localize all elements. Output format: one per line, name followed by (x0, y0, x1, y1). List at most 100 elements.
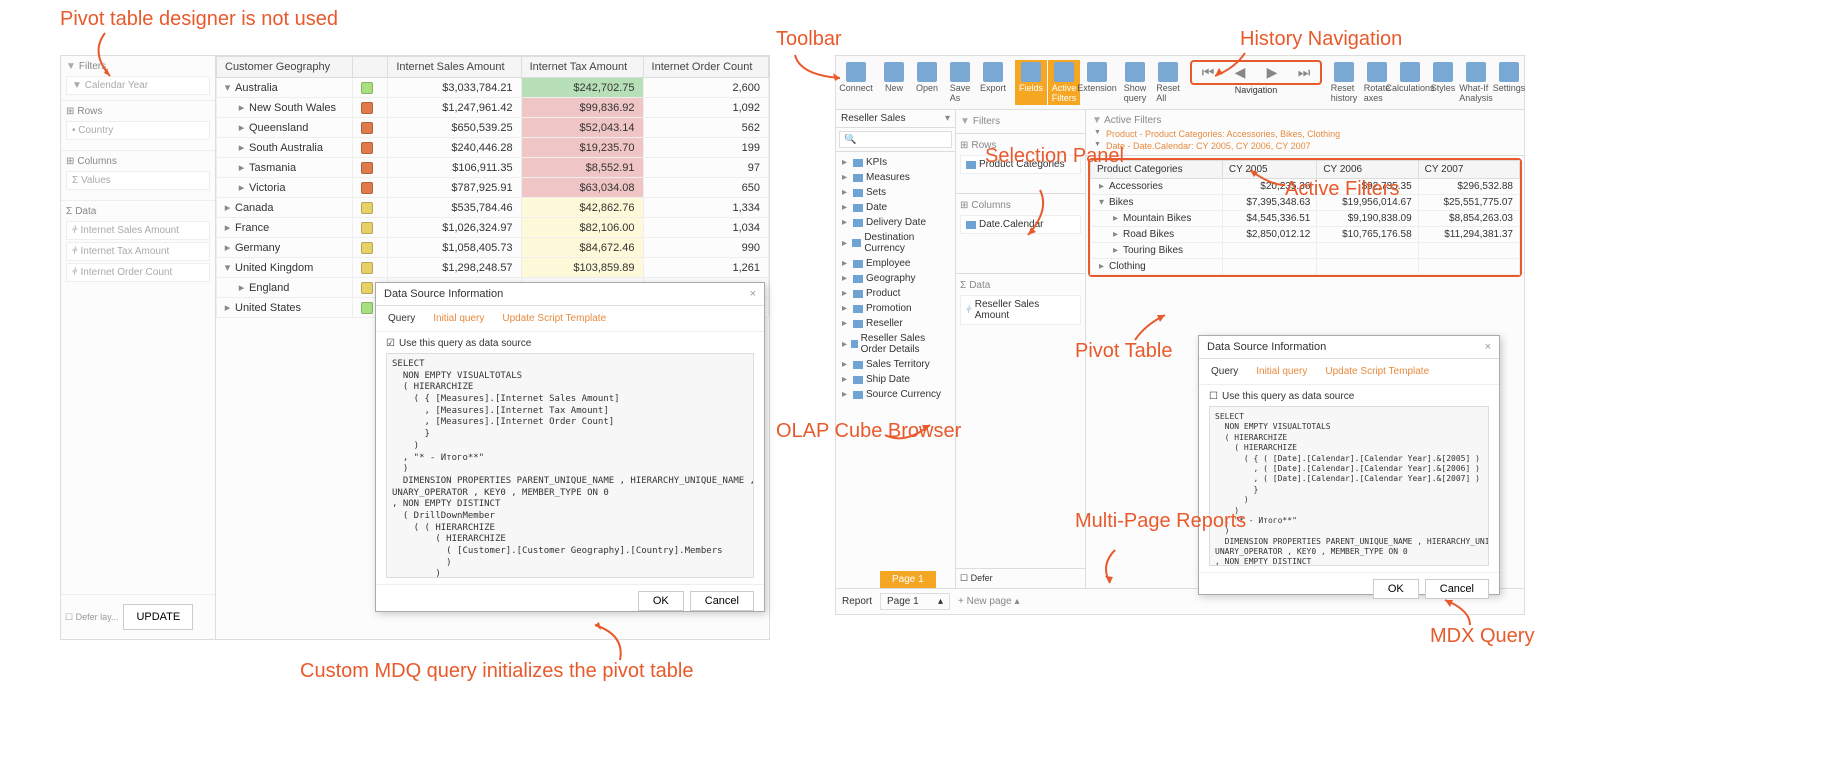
table-row[interactable]: ▾Australia $3,033,784.21 $242,702.75 2,6… (217, 78, 769, 98)
query-textarea[interactable]: SELECT NON EMPTY VISUALTOTALS ( HIERARCH… (386, 353, 754, 578)
table-row[interactable]: ▸Queensland $650,539.25 $52,043.14 562 (217, 118, 769, 138)
table-row[interactable]: ▸South Australia $240,446.28 $19,235.70 … (217, 138, 769, 158)
ok-button[interactable]: OK (638, 591, 684, 611)
cancel-button[interactable]: Cancel (1425, 579, 1489, 599)
tree-item[interactable]: ▸Product (839, 286, 952, 301)
toolbar-calculations[interactable]: Calculations (1394, 60, 1426, 105)
close-icon[interactable]: × (750, 288, 756, 300)
tree-item[interactable]: ▸Source Currency (839, 387, 952, 402)
rows-item[interactable]: • Country (66, 121, 210, 140)
update-button[interactable]: UPDATE (123, 604, 193, 630)
toolbar-reset-all[interactable]: ResetAll (1152, 60, 1184, 105)
nav-button[interactable]: ⏮ (1192, 62, 1224, 83)
tree-item[interactable]: ▸Sales Territory (839, 357, 952, 372)
toolbar-reset-history[interactable]: Resethistory (1328, 60, 1360, 105)
columns-item[interactable]: Σ Values (66, 171, 210, 190)
toolbar-save-as[interactable]: SaveAs (944, 60, 976, 105)
columns-item[interactable]: Date.Calendar (960, 215, 1081, 234)
data-item[interactable]: ⫩Reseller Sales Amount (960, 295, 1081, 325)
table-row[interactable]: ▸Accessories $20,235.36$92,735.35$296,53… (1091, 179, 1520, 195)
table-row[interactable]: ▸France $1,026,324.97 $82,106.00 1,034 (217, 218, 769, 238)
tree-item[interactable]: ▸Destination Currency (839, 230, 952, 256)
page-dropdown[interactable]: Page 1▴ (880, 593, 950, 610)
tab-initial[interactable]: Initial query (429, 311, 488, 326)
toolbar-settings[interactable]: Settings (1493, 60, 1525, 105)
toolbar-extension[interactable]: Extension (1081, 60, 1113, 105)
nav-button[interactable]: ▶ (1256, 62, 1288, 83)
tree-item[interactable]: ▸KPIs (839, 155, 952, 170)
table-row[interactable]: ▸Clothing (1091, 259, 1520, 275)
table-row[interactable]: ▸Touring Bikes (1091, 243, 1520, 259)
ok-button[interactable]: OK (1373, 579, 1419, 599)
table-row[interactable]: ▸Germany $1,058,405.73 $84,672.46 990 (217, 238, 769, 258)
toolbar-active-filters[interactable]: ActiveFilters (1048, 60, 1080, 105)
new-page[interactable]: + New page ▴ (958, 596, 1019, 607)
rows-icon: ⊞ (66, 106, 74, 117)
toolbar-styles[interactable]: Styles (1427, 60, 1459, 105)
defer-layout[interactable]: ☐ Defer lay... (65, 612, 118, 623)
tree-item[interactable]: ▸Delivery Date (839, 215, 952, 230)
annotation-custom-mdq: Custom MDQ query initializes the pivot t… (300, 660, 694, 683)
defer-checkbox[interactable]: Defer (971, 573, 993, 583)
active-filter-row[interactable]: Product - Product Categories: Accessorie… (1092, 128, 1518, 140)
annotation-toolbar: Toolbar (776, 28, 842, 51)
table-row[interactable]: ▸Canada $535,784.46 $42,862.76 1,334 (217, 198, 769, 218)
columns-label: Columns (971, 200, 1010, 211)
source-dropdown[interactable]: Reseller Sales▾ (836, 110, 955, 128)
col-header: CY 2005 (1222, 161, 1316, 179)
pivot-table-right[interactable]: Product Categories CY 2005 CY 2006 CY 20… (1090, 160, 1520, 275)
table-row[interactable]: ▾Bikes $7,395,348.63$19,956,014.67$25,55… (1091, 195, 1520, 211)
filter-item[interactable]: ▼ Calendar Year (66, 76, 210, 95)
nav-button[interactable]: ⏭ (1288, 62, 1320, 83)
cancel-button[interactable]: Cancel (690, 591, 754, 611)
toolbar-export[interactable]: Export (977, 60, 1009, 105)
rows-label: Rows (971, 140, 996, 151)
rows-item[interactable]: Product Categories (960, 155, 1081, 174)
tree-item[interactable]: ▸Promotion (839, 301, 952, 316)
query-textarea[interactable]: SELECT NON EMPTY VISUALTOTALS ( HIERARCH… (1209, 406, 1489, 566)
tab-initial[interactable]: Initial query (1252, 364, 1311, 379)
tree-item[interactable]: ▸Date (839, 200, 952, 215)
dialog-title: Data Source Information (1207, 341, 1326, 353)
toolbar-open[interactable]: Open (911, 60, 943, 105)
toolbar-new[interactable]: New (878, 60, 910, 105)
table-row[interactable]: ▸Victoria $787,925.91 $63,034.08 650 (217, 178, 769, 198)
tree-item[interactable]: ▸Employee (839, 256, 952, 271)
toolbar-show-query[interactable]: Showquery (1119, 60, 1151, 105)
checkbox-use-query[interactable]: ☑ (386, 338, 395, 349)
nav-button[interactable]: ◀ (1224, 62, 1256, 83)
tree-item[interactable]: ▸Reseller Sales Order Details (839, 331, 952, 357)
tree-item[interactable]: ▸Measures (839, 170, 952, 185)
active-filter-row[interactable]: Date - Date.Calendar: CY 2005, CY 2006, … (1092, 140, 1518, 152)
tree-item[interactable]: ▸Geography (839, 271, 952, 286)
tree-item[interactable]: ▸Ship Date (839, 372, 952, 387)
data-item[interactable]: ⫩ Internet Tax Amount (66, 242, 210, 261)
tab-query[interactable]: Query (384, 311, 419, 326)
table-row[interactable]: ▸Mountain Bikes $4,545,336.51$9,190,838.… (1091, 211, 1520, 227)
data-source-dialog-right: Data Source Information × Query Initial … (1198, 335, 1500, 595)
col-header: Internet Sales Amount (388, 57, 521, 78)
close-icon[interactable]: × (1485, 341, 1491, 353)
data-item[interactable]: ⫩ Internet Order Count (66, 263, 210, 282)
tab-query[interactable]: Query (1207, 364, 1242, 379)
annotation-mdx: MDX Query (1430, 625, 1534, 648)
toolbar-fields[interactable]: Fields (1015, 60, 1047, 105)
page-tab[interactable]: Page 1 (880, 571, 936, 588)
tab-script[interactable]: Update Script Template (1321, 364, 1433, 379)
table-row[interactable]: ▾United Kingdom $1,298,248.57 $103,859.8… (217, 258, 769, 278)
checkbox-use-query[interactable]: ☐ (1209, 391, 1218, 402)
table-row[interactable]: ▸New South Wales $1,247,961.42 $99,836.9… (217, 98, 769, 118)
toolbar-what-if-analysis[interactable]: What-IfAnalysis (1460, 60, 1492, 105)
toolbar-connect[interactable]: Connect (840, 60, 872, 105)
tab-script[interactable]: Update Script Template (498, 311, 610, 326)
tree-item[interactable]: ▸Sets (839, 185, 952, 200)
search-input[interactable] (839, 131, 952, 148)
data-item[interactable]: ⫩ Internet Sales Amount (66, 221, 210, 240)
table-row[interactable]: ▸Tasmania $106,911.35 $8,552.91 97 (217, 158, 769, 178)
columns-label: Columns (77, 156, 116, 167)
selection-panel: ▼Filters ⊞ Rows Product Categories ⊞ Col… (956, 110, 1086, 588)
table-row[interactable]: ▸Road Bikes $2,850,012.12$10,765,176.58$… (1091, 227, 1520, 243)
history-navigation: ⏮◀▶⏭ (1190, 60, 1322, 85)
tree-item[interactable]: ▸Reseller (839, 316, 952, 331)
pivot-table-left[interactable]: Customer Geography Internet Sales Amount… (216, 56, 769, 318)
